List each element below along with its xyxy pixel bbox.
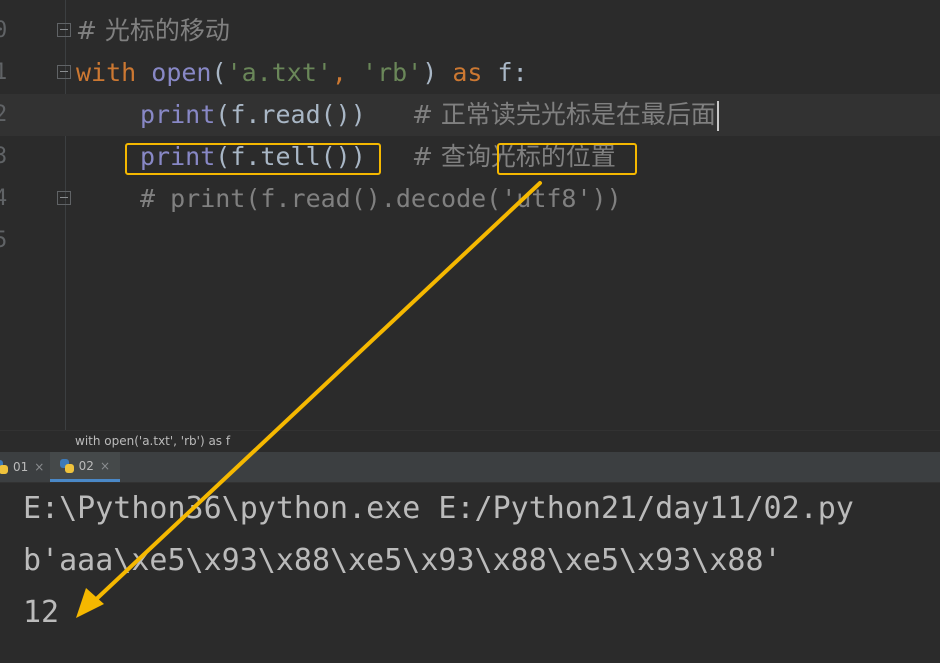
keyword-as: as — [452, 58, 483, 87]
code-line-1[interactable]: 1 with open('a.txt', 'rb') as f: — [0, 52, 940, 94]
highlight-box-tell-call — [125, 143, 381, 175]
line-number: 1 — [0, 60, 8, 85]
comment-content: # 正常读完光标是在最后面 — [412, 100, 716, 129]
line-number: 3 — [0, 144, 8, 169]
builtin-open: open — [151, 58, 212, 87]
comment-text: # 光标的移动 — [76, 16, 230, 45]
comment-text: # 正常读完光标是在最后面 — [412, 94, 719, 136]
close-icon[interactable]: × — [100, 459, 110, 473]
call-args: (f.read()) — [215, 100, 366, 129]
fold-marker-icon[interactable] — [57, 65, 71, 79]
breadcrumb-bar: with open('a.txt', 'rb') as f — [0, 430, 940, 453]
console-line-command: E:\Python36\python.exe E:/Python21/day11… — [23, 491, 854, 526]
code-line-0[interactable]: 0 # 光标的移动 — [0, 10, 940, 52]
code-line-5[interactable]: 5 — [0, 220, 940, 262]
comma: , — [331, 58, 363, 87]
line-number: 5 — [0, 228, 8, 253]
breadcrumb[interactable]: with open('a.txt', 'rb') as f — [75, 434, 230, 448]
text-caret — [716, 101, 719, 131]
line-number: 4 — [0, 186, 8, 211]
console-line-tell-result: 12 — [23, 595, 60, 630]
tab-label: 02 — [78, 458, 94, 473]
highlight-box-cursor-position-comment — [497, 143, 637, 175]
line-number: 2 — [0, 102, 8, 127]
comment-prefix: # 查询 — [412, 142, 491, 171]
comment-text: # print(f.read().decode('utf8')) — [140, 184, 622, 213]
run-console-output[interactable]: E:\Python36\python.exe E:/Python21/day11… — [0, 483, 940, 663]
run-tab-01[interactable]: 01 × — [0, 452, 46, 482]
python-file-icon — [0, 460, 8, 474]
fold-marker-icon[interactable] — [57, 23, 71, 37]
close-icon[interactable]: × — [34, 460, 44, 474]
code-editor[interactable]: 0 # 光标的移动 1 with open('a.txt', 'rb') as … — [0, 0, 940, 430]
tab-label: 01 — [13, 460, 29, 474]
string-arg-filename: 'a.txt' — [226, 58, 332, 87]
builtin-print: print — [140, 100, 216, 129]
code-text: print(f.read()) — [140, 94, 366, 136]
code-line-2[interactable]: 2 print(f.read()) # 正常读完光标是在最后面 — [0, 94, 940, 136]
console-line-bytes: b'aaa\xe5\x93\x88\xe5\x93\x88\xe5\x93\x8… — [23, 543, 782, 578]
keyword-with: with — [76, 58, 137, 87]
string-arg-mode: 'rb' — [362, 58, 423, 87]
variable-f: f: — [497, 58, 528, 87]
run-tab-bar: 01 × 02 × — [0, 452, 940, 483]
paren: ( — [211, 58, 227, 87]
code-line-4[interactable]: 4 # print(f.read().decode('utf8')) — [0, 178, 940, 220]
python-file-icon — [60, 458, 74, 473]
code-text: with open('a.txt', 'rb') as f: — [76, 52, 528, 94]
line-number: 0 — [0, 18, 8, 43]
run-tab-02[interactable]: 02 × — [50, 452, 120, 482]
fold-marker-icon[interactable] — [57, 191, 71, 205]
paren: ) — [422, 58, 438, 87]
